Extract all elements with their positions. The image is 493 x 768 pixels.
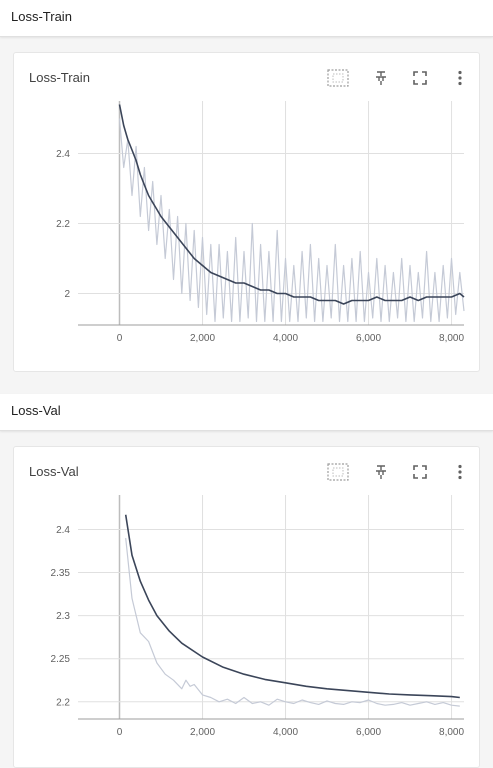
card-title: Loss-Val [29,464,79,479]
section-title: Loss-Val [11,403,61,418]
chart-card-loss-train: Loss-Train 0 2,000 4,000 6,000 8,000 2 2.2 2.4 [13,52,480,372]
more-vert-icon[interactable] [449,67,471,89]
raw-series-line [125,538,460,707]
pin-icon[interactable] [370,461,392,483]
loss-train-chart[interactable]: 0 2,000 4,000 6,000 8,000 2 2.2 2.4 [14,99,479,349]
card-toolbar [319,461,479,483]
pin-icon[interactable] [370,67,392,89]
raw-series-line [118,118,465,323]
x-tick-label: 6,000 [356,727,381,738]
y-tick-label: 2.3 [56,611,70,622]
x-tick-label: 6,000 [356,333,381,344]
y-tick-label: 2.4 [56,149,70,160]
x-tick-label: 2,000 [190,333,215,344]
fit-domain-icon[interactable] [327,461,349,483]
smoothed-series-line [124,514,460,699]
y-tick-label: 2.35 [51,568,71,579]
x-tick-label: 8,000 [439,333,464,344]
y-tick-label: 2.2 [56,697,70,708]
fullscreen-icon[interactable] [409,461,431,483]
x-tick-label: 0 [117,727,123,738]
x-tick-label: 2,000 [190,727,215,738]
y-tick-label: 2.4 [56,525,70,536]
x-tick-label: 4,000 [273,333,298,344]
fit-domain-icon[interactable] [327,67,349,89]
y-tick-label: 2.25 [51,654,71,665]
chart-card-loss-val: Loss-Val 0 2,000 4,000 6,000 8,000 2.2 2.25 2.3… [13,446,480,768]
more-vert-icon[interactable] [449,461,471,483]
y-tick-label: 2.2 [56,219,70,230]
x-tick-label: 8,000 [439,727,464,738]
loss-val-chart[interactable]: 0 2,000 4,000 6,000 8,000 2.2 2.25 2.3 2.35 2.4 [14,493,479,755]
section-title: Loss-Train [11,9,72,24]
card-title: Loss-Train [29,70,90,85]
y-tick-label: 2 [64,289,70,300]
smoothed-series-line [118,104,465,305]
card-toolbar [319,67,479,89]
x-tick-label: 4,000 [273,727,298,738]
section-header-loss-train[interactable]: Loss-Train [0,0,493,37]
fullscreen-icon[interactable] [409,67,431,89]
section-header-loss-val[interactable]: Loss-Val [0,394,493,431]
x-tick-label: 0 [117,333,123,344]
